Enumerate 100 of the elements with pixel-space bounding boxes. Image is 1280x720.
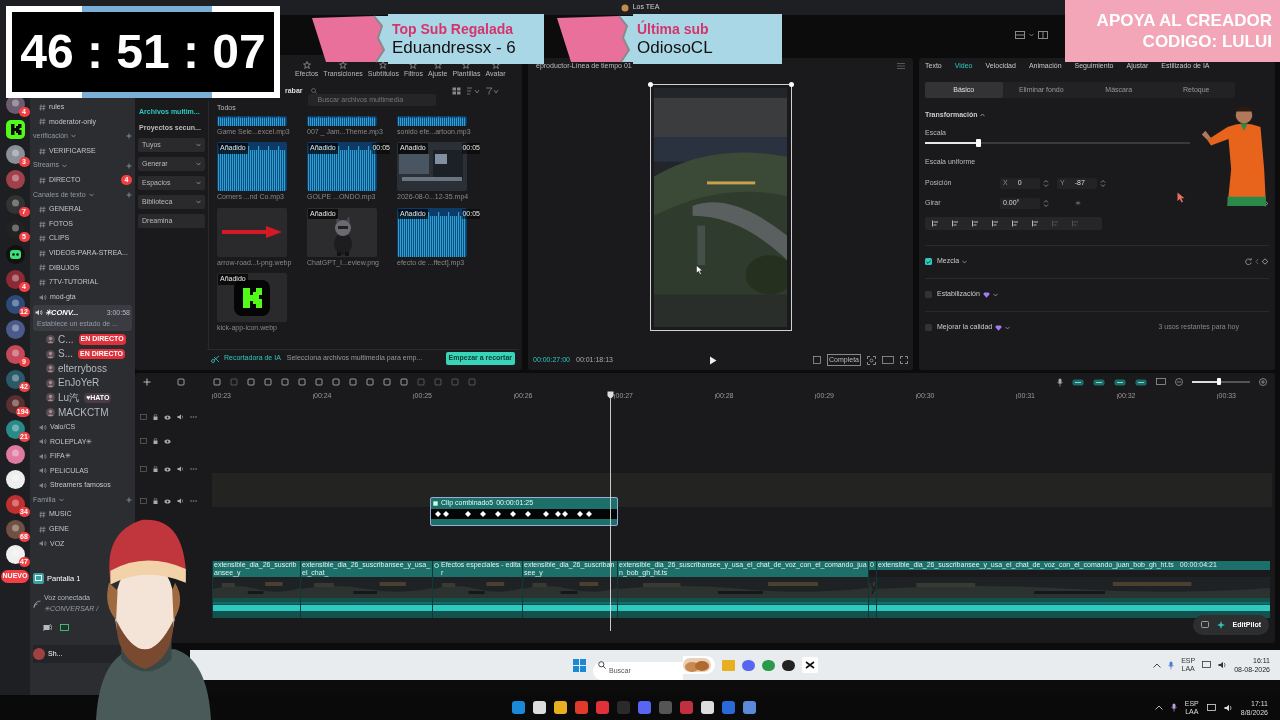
screen-icon[interactable] — [60, 624, 69, 632]
camera-off-icon[interactable] — [43, 624, 52, 632]
k-logo-icon[interactable] — [5, 120, 25, 139]
layout-icon[interactable] — [1038, 31, 1048, 39]
server-icon[interactable] — [5, 195, 25, 214]
record-app-icon[interactable] — [782, 658, 795, 672]
checkbox[interactable] — [925, 258, 932, 265]
user-name[interactable]: Lu汽 — [58, 392, 80, 404]
volume-icon[interactable] — [177, 498, 184, 504]
chat-app-icon[interactable] — [742, 658, 755, 672]
link-tool-icon[interactable] — [1135, 378, 1147, 386]
server-icon[interactable] — [5, 445, 25, 464]
edit-tool-icon[interactable] — [400, 378, 408, 386]
lock-icon[interactable] — [153, 466, 158, 472]
reset-icon[interactable] — [1245, 258, 1252, 265]
edit-tool-icon[interactable] — [247, 378, 255, 386]
user-name[interactable]: MACKCTM — [58, 406, 109, 419]
user-avatar-icon — [46, 349, 55, 359]
server-icon[interactable] — [5, 345, 25, 364]
user-name[interactable]: S... — [58, 348, 73, 361]
speaker-icon — [39, 467, 47, 475]
sparkle-icon — [1216, 621, 1225, 629]
app-icon[interactable] — [701, 701, 714, 714]
filter-icon[interactable] — [484, 87, 499, 95]
eye-icon[interactable] — [164, 438, 171, 444]
robot-icon[interactable] — [5, 245, 25, 264]
plus-icon[interactable] — [126, 133, 132, 140]
link-tool-icon[interactable] — [1072, 378, 1084, 386]
user-name[interactable]: C... — [58, 333, 74, 346]
media-thumbnail[interactable] — [217, 207, 287, 257]
app-icon[interactable] — [596, 701, 609, 714]
plus-icon[interactable] — [126, 162, 132, 169]
eye-icon[interactable] — [164, 414, 171, 420]
volume-icon[interactable] — [1218, 661, 1228, 669]
checkbox[interactable] — [925, 291, 932, 298]
editor-app-icon[interactable] — [802, 657, 818, 673]
audio-waveform-thumbnail[interactable] — [307, 115, 377, 126]
lock-icon[interactable] — [153, 438, 158, 444]
edit-tool-icon[interactable] — [315, 378, 323, 386]
chevron-up-icon[interactable] — [1153, 662, 1162, 668]
edit-tool-icon[interactable] — [349, 378, 357, 386]
eye-icon[interactable] — [164, 498, 171, 504]
lock-icon[interactable] — [153, 498, 158, 504]
zoom-fit-icon[interactable] — [882, 356, 894, 364]
start-icon[interactable] — [573, 658, 586, 672]
user-avatar-icon — [46, 378, 55, 388]
zoom-out-icon[interactable] — [1175, 378, 1183, 386]
app-icon[interactable] — [554, 701, 567, 714]
volume-icon[interactable] — [1223, 703, 1233, 712]
audio-waveform-thumbnail[interactable] — [217, 115, 287, 126]
user-name[interactable]: elterryboss — [58, 362, 107, 375]
link-tool-icon[interactable] — [1114, 378, 1126, 386]
flip-icon[interactable] — [1075, 200, 1081, 206]
collapse-icon[interactable] — [979, 113, 985, 118]
edit-tool-icon[interactable] — [366, 378, 374, 386]
checkbox[interactable] — [925, 324, 932, 331]
volume-icon[interactable] — [177, 466, 184, 472]
microphone-icon[interactable] — [1170, 703, 1177, 712]
microphone-icon[interactable] — [1057, 377, 1063, 387]
server-icon[interactable] — [5, 470, 25, 489]
preview-icon[interactable] — [1156, 378, 1166, 386]
app-icon[interactable] — [680, 701, 693, 714]
keyframe-icon[interactable] — [1255, 258, 1269, 265]
play-icon[interactable] — [709, 355, 717, 365]
lock-icon[interactable] — [153, 414, 158, 420]
user-name[interactable]: EnJoYeR — [58, 377, 100, 390]
focus-icon[interactable] — [867, 355, 876, 365]
app-icon[interactable] — [533, 701, 546, 714]
volume-icon[interactable] — [177, 414, 184, 420]
plus-icon[interactable] — [126, 497, 132, 504]
media-thumbnail[interactable] — [217, 273, 287, 322]
app-icon[interactable] — [512, 701, 525, 714]
edit-tool-icon[interactable] — [177, 378, 185, 386]
server-icon[interactable] — [5, 145, 25, 164]
grid-view-icon[interactable] — [451, 87, 461, 95]
plus-icon[interactable] — [126, 191, 132, 198]
tab-icon — [339, 60, 348, 69]
audio-waveform-thumbnail[interactable] — [217, 142, 287, 191]
app-icon[interactable] — [638, 701, 651, 714]
app-icon[interactable] — [743, 701, 756, 714]
edit-tool-icon[interactable] — [298, 378, 306, 386]
sort-icon[interactable] — [465, 87, 480, 95]
zoom-in-icon[interactable] — [1259, 378, 1267, 386]
layout-icon[interactable] — [1015, 31, 1025, 39]
add-icon[interactable] — [143, 378, 151, 386]
edit-tool-icon[interactable] — [332, 378, 340, 386]
edit-tool-icon[interactable] — [281, 378, 289, 386]
link-tool-icon[interactable] — [1093, 378, 1105, 386]
audio-waveform-thumbnail[interactable] — [397, 115, 467, 126]
edit-tool-icon[interactable] — [383, 378, 391, 386]
eye-icon[interactable] — [164, 466, 171, 472]
server-icon[interactable] — [5, 270, 25, 289]
app-icon[interactable] — [722, 701, 735, 714]
edit-tool-icon[interactable] — [213, 378, 221, 386]
app-icon[interactable] — [575, 701, 588, 714]
banner-value: Eduandressx - 6 — [392, 37, 517, 58]
fullscreen-icon[interactable] — [900, 356, 908, 364]
edit-tool-icon[interactable] — [264, 378, 272, 386]
hash-icon — [39, 249, 46, 257]
browser-icon[interactable] — [762, 658, 775, 672]
